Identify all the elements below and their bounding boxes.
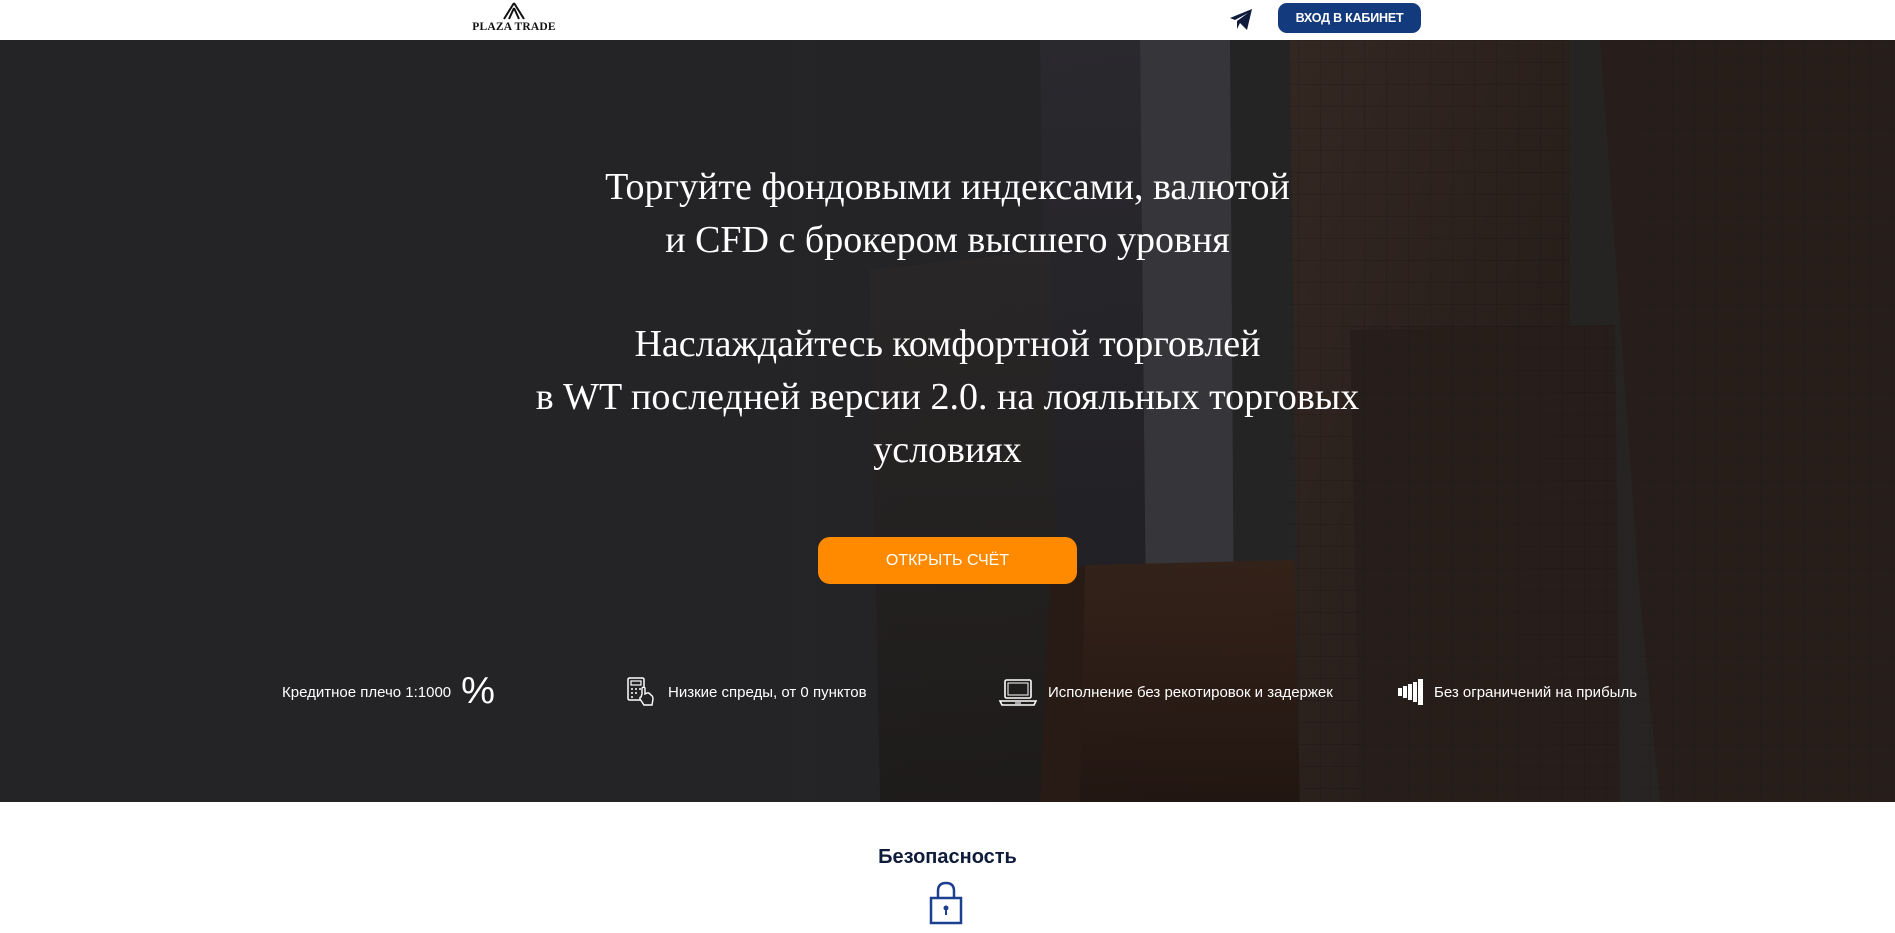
calculator-hand-icon — [627, 677, 654, 706]
logo-mark-icon — [503, 2, 525, 20]
security-title: Безопасность — [878, 846, 1017, 868]
logo-text: PLAZA TRADE — [472, 21, 556, 33]
feature-profit: Без ограничений на прибыль — [1396, 672, 1637, 712]
logo[interactable]: PLAZA TRADE — [468, 2, 560, 38]
telegram-icon[interactable] — [1228, 6, 1254, 32]
lock-icon — [929, 881, 963, 925]
volume-bars-icon — [1398, 679, 1423, 705]
hero-headline: Торгуйте фондовыми индексами, валютой и … — [0, 161, 1895, 267]
laptop-icon — [998, 679, 1038, 706]
percent-icon: % — [461, 670, 495, 712]
hero-headline-line-2: и CFD с брокером высшего уровня — [665, 219, 1230, 261]
hero-subheadline-line-3: условиях — [873, 429, 1022, 471]
feature-leverage: Кредитное плечо 1:1000 % — [282, 670, 495, 712]
hero-section: Торгуйте фондовыми индексами, валютой и … — [0, 40, 1895, 802]
feature-execution: Исполнение без рекотировок и задержек — [998, 672, 1333, 712]
site-header: PLAZA TRADE ВХОД В КАБИНЕТ — [0, 0, 1895, 40]
login-button[interactable]: ВХОД В КАБИНЕТ — [1278, 3, 1421, 33]
feature-leverage-label: Кредитное плечо 1:1000 — [282, 683, 452, 701]
feature-profit-label: Без ограничений на прибыль — [1434, 683, 1638, 701]
hero-subheadline-line-1: Наслаждайтесь комфортной торговлей — [634, 323, 1261, 365]
open-account-button[interactable]: ОТКРЫТЬ СЧЁТ — [818, 537, 1077, 584]
hero-subheadline-line-2: в WT последней версии 2.0. на лояльных т… — [535, 376, 1360, 418]
feature-spreads: Низкие спреды, от 0 пунктов — [626, 672, 867, 712]
feature-spreads-label: Низкие спреды, от 0 пунктов — [668, 683, 867, 701]
feature-execution-label: Исполнение без рекотировок и задержек — [1048, 683, 1333, 701]
hero-subheadline: Наслаждайтесь комфортной торговлей в WT … — [0, 318, 1895, 477]
hero-headline-line-1: Торгуйте фондовыми индексами, валютой — [605, 166, 1290, 208]
